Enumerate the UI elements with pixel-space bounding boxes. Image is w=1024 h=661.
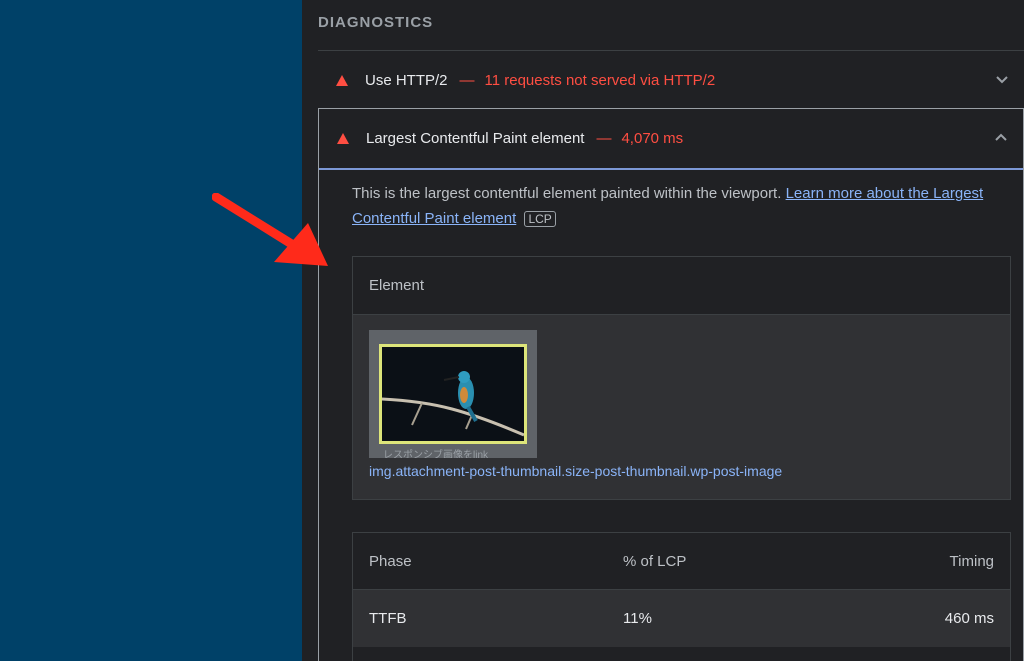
phase-table: Phase % of LCP Timing TTFB 11% 460 ms — [352, 532, 1011, 661]
expanded-underline — [319, 168, 1023, 170]
row-phase: TTFB — [369, 610, 407, 627]
description-text: This is the largest contentful element p… — [352, 185, 786, 202]
fail-triangle-icon — [337, 132, 349, 144]
header-percent-of-lcp: % of LCP — [623, 553, 687, 570]
row-percent: 11% — [623, 610, 652, 627]
audit-separator: — — [596, 129, 612, 147]
header-phase: Phase — [369, 553, 412, 570]
audit-lcp-element[interactable]: Largest Contentful Paint element — 4,070… — [319, 109, 1023, 167]
element-table: Element レスポンシブ画像をlink img.attachment-pos… — [352, 256, 1011, 500]
audit-display-value: 11 requests not served via HTTP/2 — [484, 71, 716, 89]
chevron-up-icon[interactable] — [993, 129, 1009, 145]
element-selector[interactable]: img.attachment-post-thumbnail.size-post-… — [369, 463, 782, 479]
element-table-row: レスポンシブ画像をlink img.attachment-post-thumbn… — [353, 315, 1010, 499]
chevron-down-icon[interactable] — [994, 71, 1010, 87]
table-row: TTFB 11% 460 ms — [353, 590, 1010, 647]
audit-title: Use HTTP/2 — [365, 71, 448, 89]
row-timing: 460 ms — [944, 610, 994, 627]
red-arrow-annotation — [212, 193, 328, 266]
selector-classes: .attachment-post-thumbnail.size-post-thu… — [391, 463, 783, 479]
header-timing: Timing — [949, 553, 994, 570]
element-screenshot[interactable]: レスポンシブ画像をlink — [369, 330, 537, 458]
audit-description: This is the largest contentful element p… — [352, 181, 1012, 231]
fail-triangle-icon — [336, 74, 348, 86]
left-pane — [0, 0, 302, 661]
element-table-header: Element — [353, 257, 1010, 315]
phase-table-header: Phase % of LCP Timing — [353, 533, 1010, 590]
lcp-badge: LCP — [524, 211, 556, 227]
audit-display-value: 4,070 ms — [621, 129, 684, 147]
audit-use-http2[interactable]: Use HTTP/2 — 11 requests not served via … — [318, 51, 1024, 109]
thumbnail-caption: レスポンシブ画像をlink — [383, 450, 489, 458]
selector-tag: img — [369, 463, 392, 479]
kingfisher-thumbnail-image — [379, 344, 527, 444]
diagnostics-panel: DIAGNOSTICS Use HTTP/2 — 11 requests not… — [302, 0, 1024, 661]
audit-separator: — — [459, 71, 475, 89]
section-title: DIAGNOSTICS — [318, 14, 434, 31]
audit-lcp-element-expanded: Largest Contentful Paint element — 4,070… — [318, 108, 1024, 661]
audit-title: Largest Contentful Paint element — [366, 129, 585, 147]
